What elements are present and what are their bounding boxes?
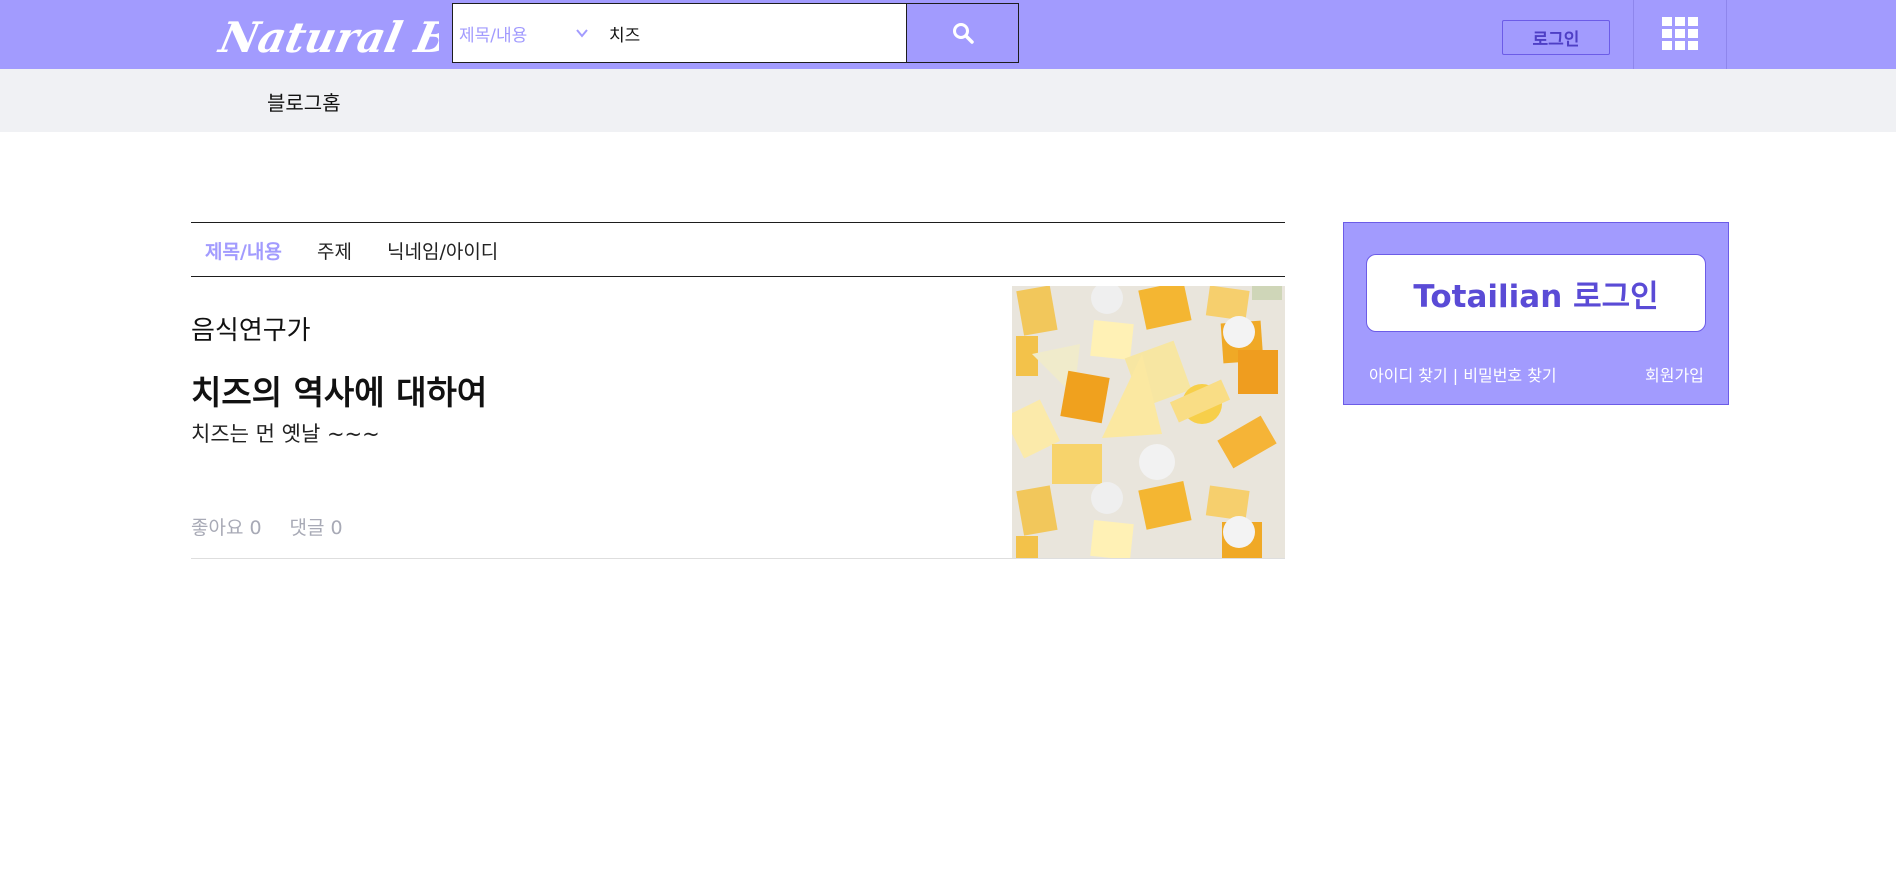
search-type-value: 제목/내용 bbox=[459, 25, 528, 46]
post-author[interactable]: 음식연구가 bbox=[191, 310, 311, 347]
post-title[interactable]: 치즈의 역사에 대하여 bbox=[191, 366, 487, 414]
header-divider bbox=[1726, 0, 1727, 69]
header-divider bbox=[1633, 0, 1634, 69]
chevron-down-icon bbox=[576, 29, 588, 38]
cheese-pattern-top bbox=[1012, 286, 1285, 486]
tabs-bottom-divider bbox=[191, 276, 1285, 277]
search-type-select[interactable]: 제목/내용 bbox=[452, 3, 594, 63]
post-thumbnail-cheese-image[interactable] bbox=[1012, 286, 1285, 558]
search-input-value: 치즈 bbox=[609, 25, 641, 46]
find-id-password-links[interactable]: 아이디 찾기 | 비밀번호 찾기 bbox=[1369, 362, 1557, 386]
comments-count: 0 bbox=[330, 517, 343, 539]
cheese-pattern-bottom bbox=[1012, 481, 1285, 558]
blog-home-link[interactable]: 블로그홈 bbox=[267, 87, 341, 116]
likes-label: 좋아요 bbox=[191, 517, 244, 539]
post-stats: 좋아요 0 댓글 0 bbox=[191, 513, 343, 540]
tab-nickname-id[interactable]: 닉네임/아이디 bbox=[387, 237, 498, 264]
likes-stat: 좋아요 0 bbox=[191, 513, 262, 540]
logo-text: Natural Blog bbox=[214, 13, 439, 62]
signup-link[interactable]: 회원가입 bbox=[1645, 362, 1704, 386]
comments-label: 댓글 bbox=[289, 517, 325, 539]
totailian-login-button[interactable]: Totailian 로그인 bbox=[1366, 254, 1706, 332]
post-divider bbox=[191, 558, 1285, 559]
post-excerpt[interactable]: 치즈는 먼 옛날 ~~~ bbox=[191, 418, 380, 448]
tabs-top-divider bbox=[191, 222, 1285, 223]
site-logo[interactable]: Natural Blog bbox=[214, 2, 439, 68]
search-icon bbox=[952, 23, 974, 44]
login-button[interactable]: 로그인 bbox=[1502, 20, 1610, 55]
grid-icon[interactable] bbox=[1662, 17, 1698, 50]
tab-topic[interactable]: 주제 bbox=[317, 237, 352, 264]
comments-stat: 댓글 0 bbox=[290, 513, 343, 540]
tab-title-content[interactable]: 제목/내용 bbox=[205, 237, 282, 264]
search-button[interactable] bbox=[906, 3, 1019, 63]
likes-count: 0 bbox=[249, 517, 262, 539]
search-input[interactable]: 치즈 bbox=[593, 3, 907, 63]
